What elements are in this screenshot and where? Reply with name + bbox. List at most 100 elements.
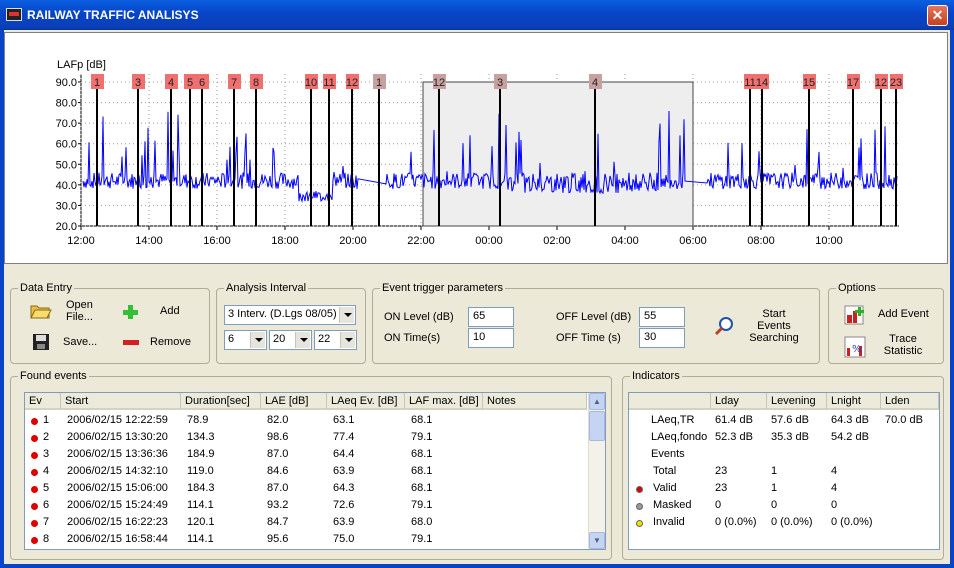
table-cell[interactable]: 2006/02/15 16:58:44	[67, 533, 168, 545]
evening-start-hour-select[interactable]: 20	[269, 330, 312, 350]
table-cell[interactable]: 63.9	[333, 516, 354, 528]
table-cell[interactable]: 84.6	[267, 465, 288, 477]
day-start-hour-select[interactable]: 6	[224, 330, 267, 350]
table-cell[interactable]: 114.1	[187, 499, 214, 511]
table-cell[interactable]: 64.3	[333, 482, 354, 494]
table-cell[interactable]: 84.7	[267, 516, 288, 528]
table-cell[interactable]: 2006/02/15 12:22:59	[67, 414, 168, 426]
table-cell[interactable]: 2006/02/15 15:24:49	[67, 499, 168, 511]
table-cell[interactable]: 64.4	[333, 448, 354, 460]
add-icon[interactable]	[122, 304, 142, 322]
add-event-icon[interactable]	[844, 305, 864, 325]
table-cell[interactable]: 2006/02/15 14:32:10	[67, 465, 168, 477]
open-folder-icon[interactable]	[30, 302, 52, 320]
table-cell[interactable]: 2006/02/15 16:22:23	[67, 516, 168, 528]
add-event-button[interactable]: Add Event	[878, 308, 929, 320]
table-cell[interactable]: 87.0	[267, 448, 288, 460]
column-header[interactable]: LAF max. [dB]	[405, 393, 483, 410]
scroll-thumb[interactable]	[589, 411, 605, 441]
table-cell[interactable]: 4	[43, 465, 49, 477]
x-tick-label: 18:00	[271, 235, 299, 247]
save-disk-icon[interactable]	[32, 333, 52, 351]
table-cell[interactable]: 72.6	[333, 499, 354, 511]
column-header: Levening	[767, 393, 827, 410]
table-cell[interactable]: 98.6	[267, 431, 288, 443]
save-button[interactable]: Save...	[63, 336, 97, 348]
table-cell[interactable]: 77.4	[333, 431, 354, 443]
event-marker-label: 11	[323, 77, 334, 89]
table-cell[interactable]: 2006/02/15 13:36:36	[67, 448, 168, 460]
noise-time-history-chart[interactable]: LAFp [dB] 90.0 80.0 70.0 60.0 50.0 40.0 30.0 20.…	[4, 32, 948, 264]
column-header[interactable]: LAeq Ev. [dB]	[327, 393, 405, 410]
chevron-down-icon[interactable]	[250, 332, 265, 348]
table-cell[interactable]: 114.1	[187, 533, 214, 545]
table-cell[interactable]: 120.1	[187, 516, 215, 528]
table-cell[interactable]: 79.1	[411, 499, 432, 511]
table-cell[interactable]: 2	[43, 431, 49, 443]
table-cell[interactable]: 119.0	[187, 465, 214, 477]
table-cell[interactable]: 78.9	[187, 414, 208, 426]
interval-mode-select[interactable]: 3 Interv. (D.Lgs 08/05)	[224, 305, 356, 325]
table-cell[interactable]: 68.1	[411, 414, 432, 426]
table-cell[interactable]: 5	[43, 482, 49, 494]
scroll-down-arrow-icon[interactable]: ▼	[589, 532, 605, 549]
column-header[interactable]: Duration[sec]	[181, 393, 261, 410]
table-cell[interactable]: 3	[43, 448, 49, 460]
indicator-value: 0 (0.0%)	[831, 516, 873, 528]
table-cell[interactable]: 8	[43, 533, 49, 545]
indicator-value: 0	[715, 499, 722, 511]
table-cell[interactable]: 63.9	[333, 465, 354, 477]
remove-button[interactable]: Remove	[150, 336, 191, 348]
chevron-down-icon[interactable]	[340, 332, 355, 348]
table-cell[interactable]: 68.0	[411, 516, 432, 528]
x-tick-label: 08:00	[747, 235, 775, 247]
table-cell[interactable]: 82.0	[267, 414, 288, 426]
start-events-searching-button[interactable]: Start Events Searching	[746, 308, 802, 344]
chevron-down-icon[interactable]	[339, 307, 354, 323]
table-cell[interactable]: 2006/02/15 13:30:20	[67, 431, 168, 443]
open-file-button[interactable]: Open File...	[66, 299, 93, 323]
found-events-table[interactable]: Ev Start Duration[sec] LAE [dB] LAeq Ev. [dB…	[24, 392, 606, 550]
event-trigger-legend: Event trigger parameters	[380, 282, 506, 294]
table-cell[interactable]: 2006/02/15 15:06:00	[67, 482, 168, 494]
x-tick-label: 00:00	[475, 235, 503, 247]
chevron-down-icon[interactable]	[295, 332, 310, 348]
close-button[interactable]: ✕	[927, 5, 948, 26]
trace-statistic-button[interactable]: Trace Statistic	[876, 333, 930, 357]
table-cell[interactable]: 1	[43, 414, 49, 426]
night-start-hour-select[interactable]: 22	[314, 330, 357, 350]
options-legend: Options	[836, 282, 878, 294]
events-scrollbar[interactable]: ▲ ▼	[588, 393, 605, 549]
table-cell[interactable]: 93.2	[267, 499, 288, 511]
column-header[interactable]: Notes	[483, 393, 587, 410]
table-cell[interactable]: 7	[43, 516, 49, 528]
magnifier-search-icon[interactable]	[714, 316, 734, 336]
off-time-input[interactable]: 30	[639, 328, 685, 348]
scroll-up-arrow-icon[interactable]: ▲	[589, 393, 605, 410]
table-cell[interactable]: 6	[43, 499, 49, 511]
table-cell[interactable]: 134.3	[187, 431, 215, 443]
table-cell[interactable]: 95.6	[267, 533, 288, 545]
x-tick-label: 12:00	[67, 235, 95, 247]
remove-icon[interactable]	[123, 338, 143, 356]
column-header[interactable]: Start	[61, 393, 181, 410]
table-cell[interactable]: 184.3	[187, 482, 215, 494]
table-cell[interactable]: 184.9	[187, 448, 215, 460]
add-button[interactable]: Add	[160, 305, 180, 317]
table-cell[interactable]: 79.1	[411, 431, 432, 443]
on-level-input[interactable]: 65	[468, 307, 514, 327]
chart-svg: LAFp [dB] 90.0 80.0 70.0 60.0 50.0 40.0 30.0 20.…	[56, 59, 903, 247]
trace-statistic-icon[interactable]: %	[844, 336, 866, 358]
table-cell[interactable]: 68.1	[411, 482, 432, 494]
table-cell[interactable]: 79.1	[411, 533, 432, 545]
off-level-input[interactable]: 55	[639, 307, 685, 327]
on-time-input[interactable]: 10	[468, 328, 514, 348]
table-cell[interactable]: 68.1	[411, 465, 432, 477]
table-cell[interactable]: 68.1	[411, 448, 432, 460]
table-cell[interactable]: 87.0	[267, 482, 288, 494]
table-cell[interactable]: 75.0	[333, 533, 354, 545]
column-header[interactable]: LAE [dB]	[261, 393, 327, 410]
column-header[interactable]: Ev	[25, 393, 61, 410]
valid-event-dot-icon	[31, 503, 38, 510]
table-cell[interactable]: 63.1	[333, 414, 354, 426]
